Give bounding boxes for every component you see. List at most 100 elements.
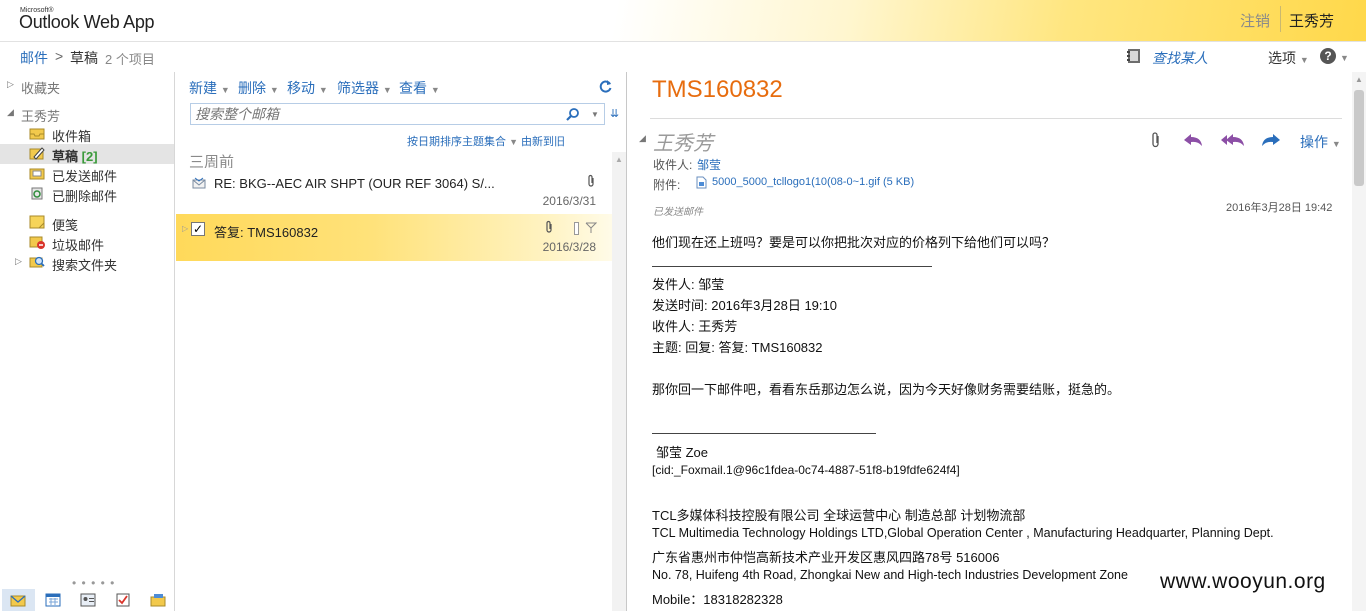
contacts-module-icon[interactable]: [80, 593, 96, 607]
sidebar-item-junk[interactable]: 垃圾邮件: [0, 233, 174, 253]
sort-order-link[interactable]: 由新到旧: [521, 133, 565, 149]
reply-all-icon[interactable]: [1220, 131, 1246, 149]
body-separator: [652, 266, 932, 267]
paperclip-icon: [546, 220, 552, 233]
move-label: 移动: [287, 80, 315, 96]
chevron-down-icon: ▼: [430, 85, 440, 95]
nav-mailbox[interactable]: ◢ 王秀芳: [0, 104, 174, 124]
reply-icon[interactable]: [1182, 131, 1204, 149]
chevron-down-icon: ▼: [318, 85, 328, 95]
breadcrumb-separator: >: [55, 48, 64, 64]
collapse-triangle-icon[interactable]: ◢: [7, 107, 14, 118]
new-button[interactable]: 新建 ▼: [189, 78, 230, 98]
message-subject: RE: BKG--AEC AIR SHPT (OUR REF 3064) S/.…: [214, 176, 495, 191]
help-icon[interactable]: ?: [1320, 48, 1336, 64]
mail-module-icon[interactable]: [10, 593, 26, 607]
signature-name: 邹莹 Zoe: [656, 445, 709, 460]
body-line: 主题: 回复: 答复: TMS160832: [652, 340, 823, 355]
message-date: 2016/3/28: [542, 240, 596, 254]
delete-button[interactable]: 删除 ▼: [238, 78, 279, 98]
body-line: 发件人: 邹莹: [652, 277, 725, 292]
scroll-up-arrow-icon[interactable]: ▲: [1355, 75, 1363, 84]
forward-icon[interactable]: [1260, 131, 1282, 149]
sidebar-item-label: 搜索文件夹: [52, 258, 118, 273]
body-line: 发送时间: 2016年3月28日 19:10: [652, 298, 837, 313]
list-scrollbar[interactable]: [612, 152, 626, 611]
search-box: ▼: [190, 103, 605, 125]
signout-link[interactable]: 注销: [1240, 10, 1270, 31]
user-name[interactable]: 王秀芳: [1289, 10, 1334, 31]
image-file-icon: [696, 176, 707, 189]
scroll-up-arrow-icon[interactable]: ▲: [615, 155, 623, 164]
filter-button[interactable]: 筛选器 ▼: [337, 78, 392, 98]
calendar-module-icon[interactable]: [45, 593, 61, 607]
search-icon[interactable]: [566, 107, 580, 121]
sidebar-item-label: 收件箱: [52, 129, 92, 144]
sent-items-label: 已发送邮件: [653, 207, 703, 218]
nav-favorites[interactable]: ▷ 收藏夹: [0, 76, 174, 96]
watermark: www.wooyun.org: [1160, 570, 1326, 593]
search-input[interactable]: [195, 105, 555, 123]
collapse-triangle-icon[interactable]: ◢: [639, 133, 646, 144]
signature-cid: [cid:_Foxmail.1@96c1fdea-0c74-4887-51f8-…: [652, 463, 960, 477]
signature-separator: [652, 433, 876, 434]
paperclip-icon: [588, 174, 594, 187]
search-scope-dropdown-icon[interactable]: ▼: [591, 110, 599, 119]
sidebar-item-drafts[interactable]: 草稿 [2]: [0, 144, 174, 164]
list-item[interactable]: RE: BKG--AEC AIR SHPT (OUR REF 3064) S/.…: [176, 168, 612, 214]
chevron-down-icon[interactable]: ▼: [1340, 53, 1349, 63]
chevron-down-icon: ▼: [509, 137, 518, 147]
sidebar-item-label: 已删除邮件: [52, 189, 118, 204]
expand-triangle-icon[interactable]: ▷: [7, 79, 14, 90]
list-item-selected[interactable]: ▷ ✓ 答复: TMS160832 2016/3/28: [176, 214, 612, 261]
body-line: 那你回一下邮件吧，看看东岳那边怎么说，因为今天好像财务需要结账，挺急的。: [652, 382, 1121, 397]
app-logo: Outlook Web App: [19, 12, 155, 32]
actions-label: 操作: [1300, 134, 1328, 150]
flag-icon[interactable]: [585, 222, 597, 234]
sidebar-item-inbox[interactable]: 收件箱: [0, 124, 174, 144]
to-label: 收件人:: [653, 158, 693, 172]
sidebar-item-label: 草稿 [2]: [52, 146, 98, 165]
expand-triangle-icon[interactable]: ▷: [182, 224, 188, 233]
body-line: 收件人: 王秀芳: [652, 319, 738, 334]
refresh-icon[interactable]: [598, 79, 613, 94]
recipient-link[interactable]: 邹莹: [697, 156, 721, 173]
divider: [650, 118, 1342, 119]
public-folders-module-icon[interactable]: [150, 593, 166, 607]
scrollbar-thumb[interactable]: [1354, 90, 1364, 186]
search-folder-icon: [29, 256, 45, 268]
item-count: 2 个项目: [105, 52, 155, 67]
mailbox-label: 王秀芳: [21, 109, 61, 124]
move-button[interactable]: 移动 ▼: [287, 78, 328, 98]
envelope-icon: [192, 177, 206, 189]
notes-icon: [29, 215, 45, 229]
expand-triangle-icon[interactable]: ▷: [15, 256, 22, 267]
sidebar-item-deleted[interactable]: 已删除邮件: [0, 184, 174, 204]
sidebar-item-sent[interactable]: 已发送邮件: [0, 164, 174, 184]
signature-address-en: No. 78, Huifeng 4th Road, Zhongkai New a…: [652, 568, 1128, 582]
filter-label: 筛选器: [337, 80, 379, 96]
sidebar-item-notes[interactable]: 便笺: [0, 213, 174, 233]
view-button[interactable]: 查看 ▼: [399, 78, 440, 98]
actions-menu[interactable]: 操作 ▼: [1300, 132, 1341, 152]
delete-label: 删除: [238, 80, 266, 96]
paperclip-icon[interactable]: [1148, 131, 1164, 149]
find-someone-link[interactable]: 查找某人: [1152, 48, 1208, 68]
selected-checkbox[interactable]: ✓: [191, 222, 205, 236]
sender-name[interactable]: 王秀芳: [653, 127, 713, 156]
sort-by-dropdown[interactable]: 按日期排序主题集合 ▼: [407, 133, 518, 149]
options-label: 选项: [1268, 50, 1296, 66]
tasks-module-icon[interactable]: [115, 593, 131, 607]
deleted-icon: [31, 187, 43, 200]
address-book-icon[interactable]: [1126, 48, 1143, 64]
options-menu[interactable]: 选项 ▼: [1268, 48, 1309, 68]
sidebar-item-label: 已发送邮件: [52, 169, 118, 184]
module-switcher: [0, 588, 174, 611]
expand-search-icon[interactable]: ⇊: [610, 107, 619, 120]
message-subject: 答复: TMS160832: [214, 225, 319, 240]
body-line: 他们现在还上班吗？要是可以你把批次对应的价格列下给他们可以吗？: [652, 235, 1056, 250]
sidebar-item-search-folders[interactable]: ▷ 搜索文件夹: [0, 253, 174, 273]
breadcrumb-mail-link[interactable]: 邮件: [20, 48, 48, 68]
attachment-link[interactable]: 5000_5000_tcllogo1(10(08-0~1.gif (5 KB): [712, 176, 914, 188]
category-box[interactable]: [574, 222, 579, 235]
